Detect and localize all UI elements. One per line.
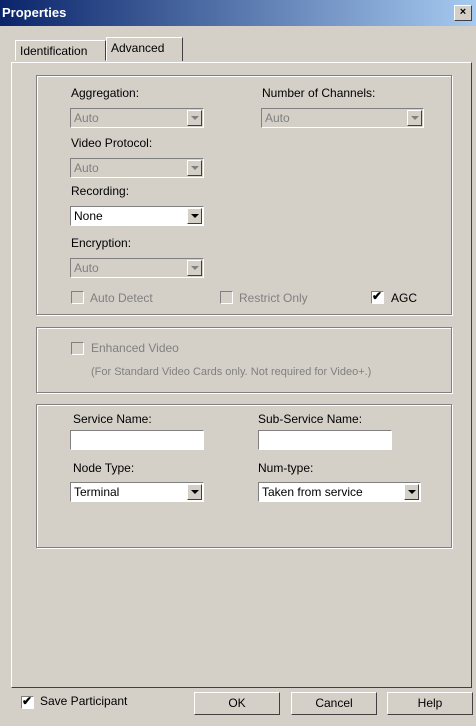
close-button[interactable]: ×: [454, 5, 472, 21]
enhanced-video-group: [36, 327, 452, 393]
num-channels-value: Auto: [265, 111, 290, 125]
title-bar: Properties ×: [0, 0, 476, 26]
service-name-field[interactable]: [70, 430, 204, 450]
restrict-only-label: Restrict Only: [239, 291, 308, 305]
help-button-label: Help: [417, 696, 443, 710]
encryption-select: Auto: [70, 258, 204, 278]
tab-identification[interactable]: Identification: [15, 40, 106, 61]
check-icon: ✔: [372, 289, 383, 303]
aggregation-label: Aggregation:: [71, 86, 140, 100]
chevron-down-icon[interactable]: [187, 208, 202, 224]
video-protocol-label: Video Protocol:: [71, 136, 153, 150]
agc-label: AGC: [391, 291, 418, 305]
restrict-only-checkbox: [220, 291, 233, 304]
enhanced-video-note: (For Standard Video Cards only. Not requ…: [91, 366, 372, 378]
node-type-label: Node Type:: [73, 461, 135, 475]
sub-service-name-field[interactable]: [258, 430, 392, 450]
chevron-down-icon[interactable]: [187, 484, 202, 500]
cancel-button-label: Cancel: [315, 696, 353, 710]
chevron-down-icon: [407, 110, 422, 126]
num-channels-select: Auto: [261, 108, 424, 128]
num-type-value: Taken from service: [262, 485, 363, 499]
save-participant-checkbox[interactable]: ✔: [21, 694, 34, 709]
video-protocol-select: Auto: [70, 158, 204, 178]
aggregation-value: Auto: [74, 111, 99, 125]
node-type-select[interactable]: Terminal: [70, 482, 204, 502]
node-type-value: Terminal: [74, 485, 120, 499]
sub-service-name-label: Sub-Service Name:: [258, 412, 363, 426]
chevron-down-icon[interactable]: [404, 484, 419, 500]
num-channels-label: Number of Channels:: [262, 86, 376, 100]
recording-value: None: [74, 209, 103, 223]
ok-button-label: OK: [228, 696, 246, 710]
chevron-down-icon: [187, 160, 202, 176]
enhanced-video-checkbox: [71, 342, 84, 355]
window-title: Properties: [2, 5, 67, 20]
video-protocol-value: Auto: [74, 161, 99, 175]
tab-advanced[interactable]: Advanced: [106, 37, 183, 61]
ok-button[interactable]: OK: [194, 692, 280, 715]
chevron-down-icon: [187, 260, 202, 276]
aggregation-select: Auto: [70, 108, 204, 128]
encryption-value: Auto: [74, 261, 99, 275]
recording-select[interactable]: None: [70, 206, 204, 226]
tab-advanced-label: Advanced: [111, 41, 165, 55]
enhanced-video-label: Enhanced Video: [91, 341, 179, 355]
save-participant-label: Save Participant: [40, 694, 128, 708]
service-name-label: Service Name:: [73, 412, 152, 426]
encryption-label: Encryption:: [71, 236, 132, 250]
num-type-label: Num-type:: [258, 461, 314, 475]
auto-detect-label: Auto Detect: [90, 291, 153, 305]
num-type-select[interactable]: Taken from service: [258, 482, 421, 502]
agc-checkbox[interactable]: ✔: [371, 289, 384, 304]
close-icon: ×: [459, 6, 467, 18]
auto-detect-checkbox: [71, 291, 84, 304]
help-button[interactable]: Help: [387, 692, 473, 715]
chevron-down-icon: [187, 110, 202, 126]
cancel-button[interactable]: Cancel: [291, 692, 377, 715]
check-icon: ✔: [22, 694, 33, 708]
tab-identification-label: Identification: [20, 44, 88, 58]
recording-label: Recording:: [71, 184, 130, 198]
